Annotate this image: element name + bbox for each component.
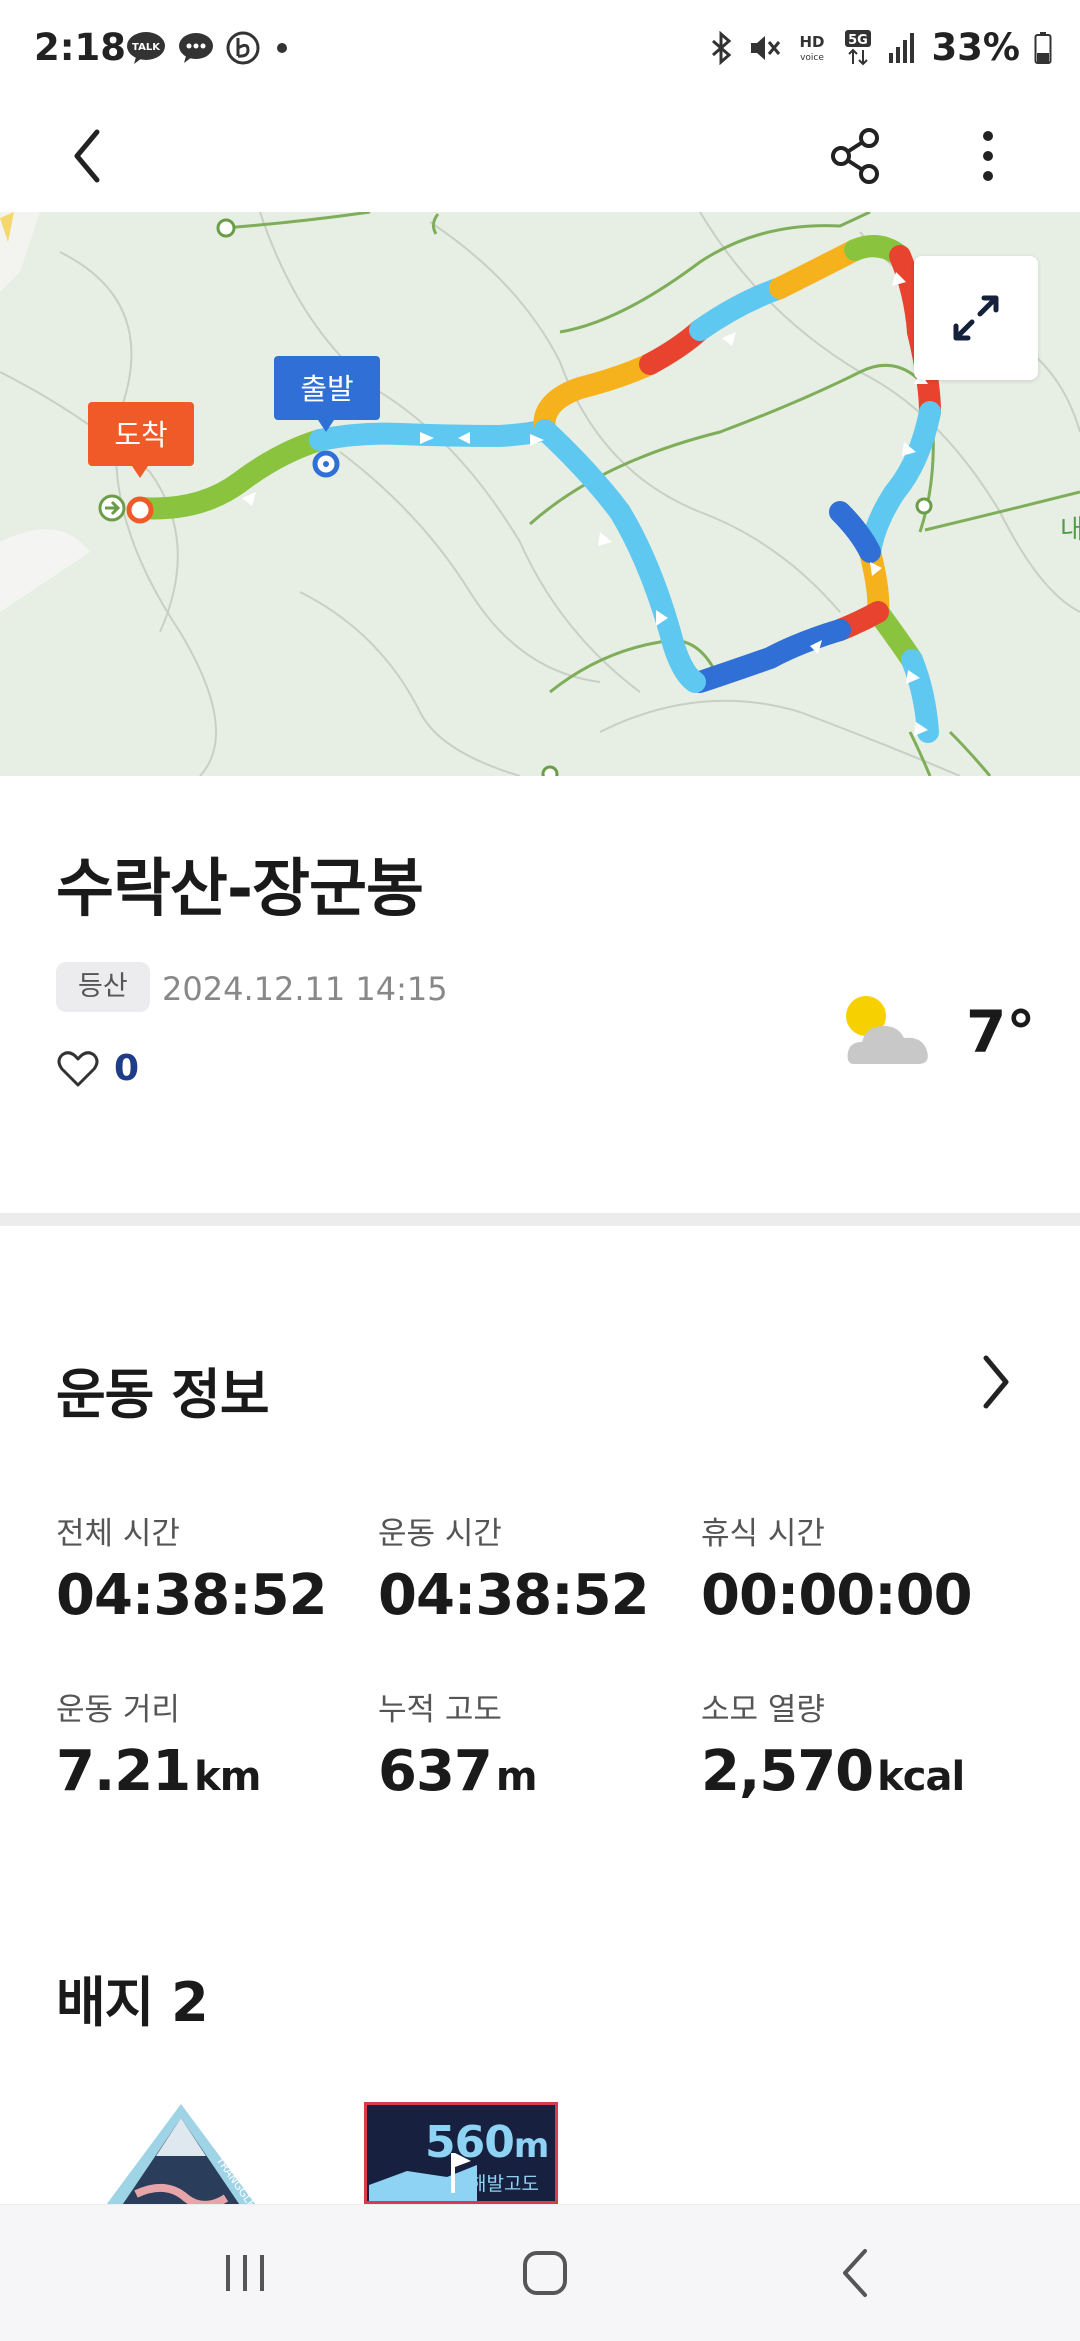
category-tag: 등산 xyxy=(56,962,150,1012)
stat-calories: 소모 열량 2,570 kcal xyxy=(701,1684,1001,1804)
badges-title: 배지 2 xyxy=(56,1971,209,2034)
chat-icon xyxy=(179,33,213,63)
exercise-info-more-button[interactable] xyxy=(966,1342,1026,1422)
like-button[interactable]: 0 xyxy=(56,1048,139,1089)
partly-cloudy-icon xyxy=(846,996,928,1064)
status-bar: 2:18 TALK HD voice 5G 33% xyxy=(0,0,1080,100)
status-time: 2:18 xyxy=(34,26,127,69)
notification-icons: TALK xyxy=(126,30,292,66)
stat-value: 7.21 km xyxy=(56,1739,261,1804)
section-divider xyxy=(0,1213,1080,1226)
flag-icon xyxy=(369,2153,477,2201)
activity-datetime: 2024.12.11 14:15 xyxy=(162,970,448,1008)
more-options-button[interactable] xyxy=(958,116,1018,196)
stat-value: 04:38:52 xyxy=(56,1563,328,1628)
back-icon xyxy=(843,2249,867,2297)
stat-unit: m xyxy=(495,1754,538,1800)
app-bar xyxy=(0,100,1080,212)
stat-value: 2,570 kcal xyxy=(701,1739,965,1804)
back-button[interactable] xyxy=(52,116,122,196)
5g-icon: 5G xyxy=(845,29,872,65)
heart-icon xyxy=(57,1050,99,1086)
share-button[interactable] xyxy=(820,116,890,196)
map-place-label: 내 xyxy=(1060,515,1080,545)
altitude-badge[interactable]: 560m 해발고도 xyxy=(364,2102,558,2204)
stat-unit: km xyxy=(194,1754,261,1800)
svg-text:voice: voice xyxy=(801,53,825,63)
svg-text:HD: HD xyxy=(800,33,825,51)
share-icon xyxy=(831,128,879,184)
end-marker-label: 도착 xyxy=(114,418,167,452)
stat-total-time: 전체 시간 04:38:52 xyxy=(56,1508,356,1628)
stat-distance: 운동 거리 7.21 km xyxy=(56,1684,356,1804)
chevron-left-icon xyxy=(74,129,100,183)
expand-icon xyxy=(953,295,999,341)
stat-value: 04:38:52 xyxy=(378,1563,650,1628)
home-button[interactable] xyxy=(490,2235,600,2311)
stat-elevation-gain: 누적 고도 637 m xyxy=(378,1684,678,1804)
stat-label: 누적 고도 xyxy=(378,1692,502,1728)
hd-voice-icon: HD voice xyxy=(800,33,825,63)
kakaotalk-icon: TALK xyxy=(127,32,165,64)
stat-value: 00:00:00 xyxy=(701,1563,973,1628)
battery-icon xyxy=(1034,31,1052,64)
recent-apps-button[interactable] xyxy=(190,2235,300,2311)
chevron-right-icon xyxy=(983,1355,1009,1409)
exercise-info-title: 운동 정보 xyxy=(56,1363,270,1426)
trangle-badge[interactable]: TRANGGLE xyxy=(86,2102,276,2204)
stat-label: 휴식 시간 xyxy=(701,1516,825,1552)
svg-text:5G: 5G xyxy=(849,33,869,48)
stat-value: 637 m xyxy=(378,1739,538,1804)
stat-label: 운동 시간 xyxy=(378,1516,502,1552)
svg-text:TALK: TALK xyxy=(132,42,161,53)
system-back-button[interactable] xyxy=(800,2235,910,2311)
route-map[interactable]: 출발 도착 내 xyxy=(0,212,1080,776)
activity-title: 수락산-장군봉 xyxy=(56,852,424,925)
battery-percentage: 33% xyxy=(931,26,1020,69)
home-icon xyxy=(523,2251,567,2295)
like-count: 0 xyxy=(114,1048,140,1089)
weather xyxy=(840,990,940,1074)
recent-apps-icon xyxy=(226,2255,264,2291)
system-status-icons: HD voice 5G 33% xyxy=(709,26,1052,69)
start-marker-label: 출발 xyxy=(300,372,353,406)
expand-map-button[interactable] xyxy=(914,256,1038,380)
stat-rest-time: 휴식 시간 00:00:00 xyxy=(701,1508,1001,1628)
system-navigation-bar xyxy=(0,2204,1080,2341)
stat-label: 운동 거리 xyxy=(56,1692,180,1728)
stat-label: 소모 열량 xyxy=(701,1692,825,1728)
stat-label: 전체 시간 xyxy=(56,1516,180,1552)
mountain-badge-icon: TRANGGLE xyxy=(106,2104,259,2204)
stat-exercise-time: 운동 시간 04:38:52 xyxy=(378,1508,678,1628)
temperature: 7° xyxy=(966,998,1036,1066)
signal-icon xyxy=(889,32,915,63)
dot-icon xyxy=(277,43,287,53)
more-vertical-icon xyxy=(983,131,993,181)
bluetooth-icon xyxy=(712,30,732,65)
stat-unit: kcal xyxy=(877,1754,965,1800)
b-app-icon xyxy=(226,31,260,65)
mute-icon xyxy=(751,35,781,60)
